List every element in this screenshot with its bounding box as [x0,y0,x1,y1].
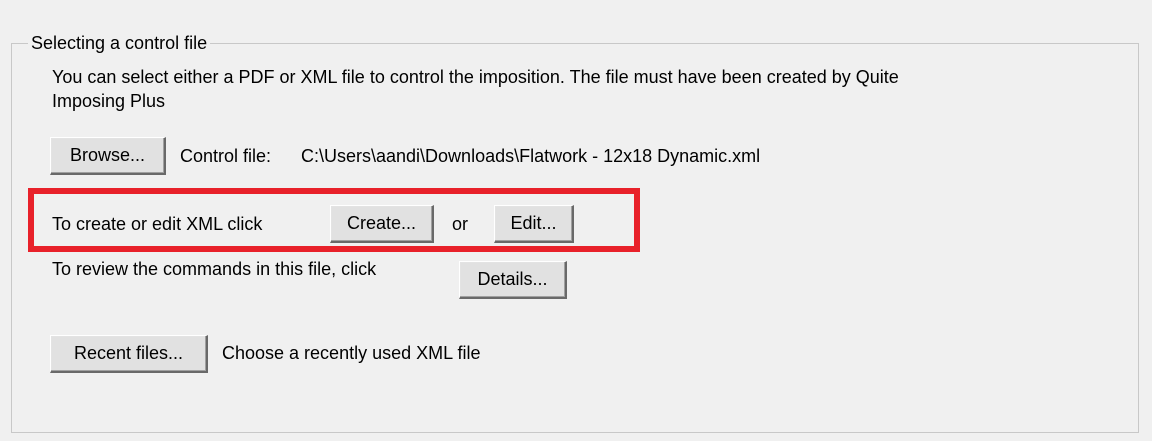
details-button[interactable]: Details... [459,261,567,299]
control-file-label: Control file: [180,146,272,166]
intro-text-line2: Imposing Plus [52,91,166,111]
intro-text-line1: You can select either a PDF or XML file … [52,67,899,87]
highlight-box [28,188,640,252]
browse-button[interactable]: Browse... [50,137,166,175]
control-file-path: C:\Users\aandi\Downloads\Flatwork - 12x1… [301,146,761,166]
recent-files-button[interactable]: Recent files... [50,335,208,373]
groupbox-title: Selecting a control file [28,32,211,54]
details-prompt: To review the commands in this file, cli… [52,259,377,279]
recent-files-description: Choose a recently used XML file [222,343,481,363]
